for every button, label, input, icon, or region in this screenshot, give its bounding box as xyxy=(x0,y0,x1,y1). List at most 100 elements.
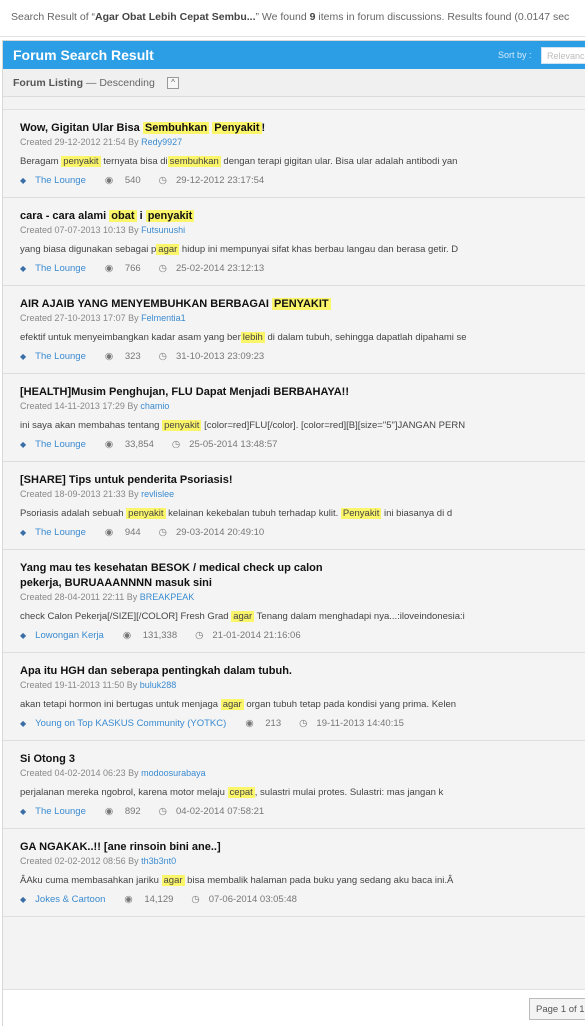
title-text: Yang mau tes kesehatan BESOK / medical c… xyxy=(20,562,323,589)
keyword-highlight: agar xyxy=(156,244,180,255)
keyword-highlight: lebih xyxy=(240,332,265,343)
author-link[interactable]: th3b3nt0 xyxy=(141,856,176,866)
forum-link[interactable]: ◆ The Lounge xyxy=(20,439,95,450)
pagination[interactable]: Page 1 of 1 xyxy=(529,998,585,1020)
search-summary-bar: Search Result of “Agar Obat Lebih Cepat … xyxy=(0,0,585,37)
views-value: 213 xyxy=(265,718,282,729)
created-text: Created 07-07-2013 10:13 By xyxy=(20,225,142,235)
result-snippet: akan tetapi hormon ini bertugas untuk me… xyxy=(20,697,575,712)
forum-name: The Lounge xyxy=(35,527,86,538)
author-link[interactable]: BREAKPEAK xyxy=(140,592,195,602)
created-line: Created 18-09-2013 21:33 By revlislee xyxy=(20,489,585,499)
last-post-date: ◷ 31-10-2013 23:09:23 xyxy=(159,351,274,362)
result-title[interactable]: cara - cara alami obat i penyakit xyxy=(20,209,360,224)
result-title[interactable]: [SHARE] Tips untuk penderita Psoriasis! xyxy=(20,473,360,488)
title-text: cara - cara alami xyxy=(20,210,110,222)
result-title[interactable]: Si Otong 3 xyxy=(20,752,360,767)
title-text: [SHARE] Tips untuk penderita Psoriasis! xyxy=(20,474,233,486)
author-link[interactable]: buluk288 xyxy=(140,680,177,690)
view-count: ◉ 14,129 xyxy=(124,894,182,905)
date-value: 25-02-2014 23:12:13 xyxy=(175,263,265,274)
listing-label: Forum Listing — Descending xyxy=(13,77,155,89)
result-item: [SHARE] Tips untuk penderita Psoriasis! C… xyxy=(3,462,585,550)
forum-link[interactable]: ◆ The Lounge xyxy=(20,351,95,362)
views-value: 131,338 xyxy=(142,630,178,641)
keyword-highlight: cepat xyxy=(227,787,255,798)
view-count: ◉ 892 xyxy=(105,806,150,817)
clock-icon: ◷ xyxy=(158,351,167,362)
created-text: Created 14-11-2013 17:29 By xyxy=(20,401,141,411)
date-value: 29-12-2012 23:17:54 xyxy=(175,175,265,186)
result-title[interactable]: AIR AJAIB YANG MENYEMBUHKAN BERBAGAI PEN… xyxy=(20,297,360,312)
eye-icon: ◉ xyxy=(104,527,116,538)
snippet-text: Tenang dalam menghadapi nya...:iloveindo… xyxy=(254,611,465,622)
created-text: Created 02-02-2012 08:56 By xyxy=(20,856,142,866)
result-meta: ◆ The Lounge ◉ 33,854 ◷ 25-05-2014 13:48:57 xyxy=(20,439,585,450)
eye-icon: ◉ xyxy=(104,175,116,186)
clock-icon: ◷ xyxy=(158,263,167,274)
sort-select[interactable]: Relevance xyxy=(541,47,585,64)
last-post-date: ◷ 19-11-2013 14:40:15 xyxy=(299,718,413,729)
forum-link[interactable]: ◆ The Lounge xyxy=(20,175,95,186)
title-text: AIR AJAIB YANG MENYEMBUHKAN BERBAGAI xyxy=(20,298,273,310)
view-count: ◉ 323 xyxy=(105,351,150,362)
author-link[interactable]: modoosurabaya xyxy=(141,768,206,778)
title-text: Apa itu HGH dan seberapa pentingkah dala… xyxy=(20,665,292,677)
result-snippet: ini saya akan membahas tentang penyakit … xyxy=(20,418,575,433)
forum-search-panel: Forum Search Result Sort by : Relevance … xyxy=(2,40,585,1026)
result-item: Apa itu HGH dan seberapa pentingkah dala… xyxy=(3,653,585,741)
view-count: ◉ 766 xyxy=(105,263,150,274)
last-post-date: ◷ 07-06-2014 03:05:48 xyxy=(191,894,306,905)
forum-link[interactable]: ◆ The Lounge xyxy=(20,527,95,538)
author-link[interactable]: Felmentia1 xyxy=(141,313,186,323)
title-text: i xyxy=(136,210,146,222)
result-title[interactable]: Wow, Gigitan Ular Bisa Sembuhkan Penyaki… xyxy=(20,121,360,136)
keyword-highlight: penyakit xyxy=(126,508,166,519)
clock-icon: ◷ xyxy=(191,894,200,905)
keyword-highlight: penyakit xyxy=(145,210,195,222)
created-line: Created 04-02-2014 06:23 By modoosurabay… xyxy=(20,768,585,778)
snippet-text: [color=red]FLU[/color]. [color=red][B][s… xyxy=(201,420,466,431)
snippet-text: ini saya akan membahas tentang xyxy=(20,420,163,431)
result-title[interactable]: Yang mau tes kesehatan BESOK / medical c… xyxy=(20,561,360,591)
forum-link[interactable]: ◆ The Lounge xyxy=(20,263,95,274)
sort-label: Sort by : xyxy=(498,50,532,60)
keyword-highlight: Penyakit xyxy=(212,122,262,134)
created-line: Created 29-12-2012 21:54 By Redy9927 xyxy=(20,137,585,147)
result-meta: ◆ The Lounge ◉ 766 ◷ 25-02-2014 23:12:13 xyxy=(20,263,585,274)
forum-link[interactable]: ◆ The Lounge xyxy=(20,806,95,817)
snippet-text: check Calon Pekerja[/SIZE][/COLOR] Fresh… xyxy=(20,611,232,622)
collapse-toggle-icon[interactable]: ^ xyxy=(167,77,179,89)
snippet-text: bisa membalik halaman pada buku yang sed… xyxy=(184,875,454,886)
forum-listing-bar: Forum Listing — Descending ^ xyxy=(3,69,585,97)
snippet-text: kelainan kekebalan tubuh terhadap kulit. xyxy=(165,508,341,519)
tag-icon: ◆ xyxy=(20,176,27,185)
forum-link[interactable]: ◆ Young on Top KASKUS Community (YOTKC) xyxy=(20,718,235,729)
last-post-date: ◷ 04-02-2014 07:58:21 xyxy=(159,806,274,817)
author-link[interactable]: Futsunushi xyxy=(141,225,185,235)
result-meta: ◆ Jokes & Cartoon ◉ 14,129 ◷ 07-06-2014 03:0… xyxy=(20,894,585,905)
result-title[interactable]: [HEALTH]Musim Penghujan, FLU Dapat Menja… xyxy=(20,385,360,400)
snippet-text: organ tubuh tetap pada kondisi yang prim… xyxy=(243,699,457,710)
author-link[interactable]: revlislee xyxy=(141,489,174,499)
snippet-text: efektif untuk menyeimbangkan kadar asam … xyxy=(20,332,241,343)
result-title[interactable]: GA NGAKAK..!! [ane rinsoin bini ane..] xyxy=(20,840,360,855)
forum-link[interactable]: ◆ Lowongan Kerja xyxy=(20,630,113,641)
keyword-highlight: Sembuhkan xyxy=(142,122,210,134)
result-item: Wow, Gigitan Ular Bisa Sembuhkan Penyaki… xyxy=(3,110,585,198)
date-value: 04-02-2014 07:58:21 xyxy=(175,806,265,817)
forum-name: Lowongan Kerja xyxy=(35,630,104,641)
keyword-highlight: penyakit xyxy=(162,420,202,431)
created-text: Created 28-04-2011 22:11 By xyxy=(20,592,140,602)
author-link[interactable]: chamio xyxy=(140,401,169,411)
panel-header: Forum Search Result Sort by : Relevance xyxy=(3,41,585,69)
result-snippet: efektif untuk menyeimbangkan kadar asam … xyxy=(20,330,575,345)
result-title[interactable]: Apa itu HGH dan seberapa pentingkah dala… xyxy=(20,664,360,679)
result-snippet: yang biasa digunakan sebagai p agar hidup… xyxy=(20,242,575,257)
result-list: Wow, Gigitan Ular Bisa Sembuhkan Penyaki… xyxy=(3,109,585,917)
forum-link[interactable]: ◆ Jokes & Cartoon xyxy=(20,894,114,905)
forum-name: The Lounge xyxy=(35,175,86,186)
created-text: Created 18-09-2013 21:33 By xyxy=(20,489,142,499)
author-link[interactable]: Redy9927 xyxy=(141,137,182,147)
result-item: GA NGAKAK..!! [ane rinsoin bini ane..] Cr… xyxy=(3,829,585,917)
